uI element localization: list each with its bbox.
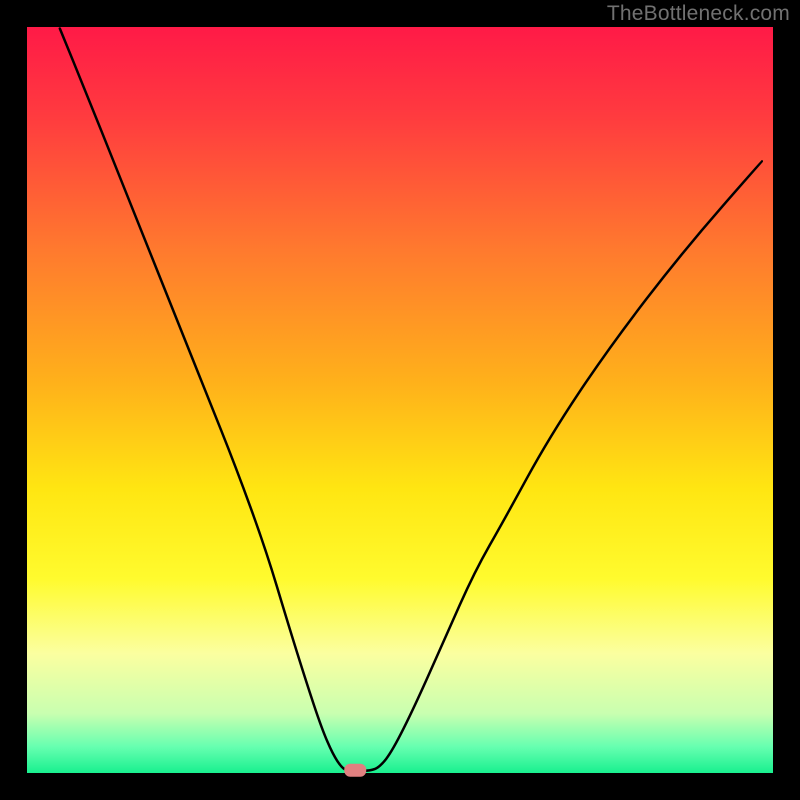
bottleneck-chart — [0, 0, 800, 800]
plot-background — [27, 27, 773, 773]
watermark-text: TheBottleneck.com — [607, 2, 790, 26]
chart-container: TheBottleneck.com — [0, 0, 800, 800]
valley-marker — [344, 764, 366, 777]
